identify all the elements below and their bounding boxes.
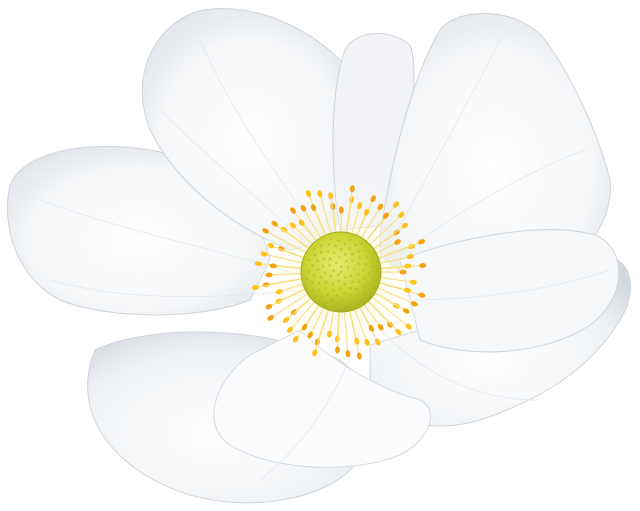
center-dot — [322, 257, 326, 260]
center-dot — [348, 286, 352, 290]
center-dot — [335, 294, 339, 297]
center-dot — [319, 244, 323, 248]
center-dot — [356, 294, 359, 298]
center-dot — [348, 238, 352, 242]
center-dot — [343, 305, 347, 309]
center-dot — [351, 259, 354, 262]
center-dot — [370, 265, 374, 269]
center-dot — [371, 257, 374, 261]
center-dot — [343, 242, 347, 245]
center-dot — [313, 253, 317, 257]
center-dot — [358, 256, 362, 259]
center-dot — [305, 277, 309, 281]
center-dot — [332, 251, 336, 255]
center-dot — [351, 280, 354, 284]
center-dot — [329, 275, 332, 278]
center-dot — [325, 280, 328, 284]
center-dot — [320, 250, 323, 254]
center-dot — [324, 287, 328, 290]
center-dot — [369, 288, 373, 292]
center-dot — [375, 269, 379, 273]
center-dot — [363, 249, 367, 252]
stamen-anther — [399, 269, 407, 275]
center-dot — [365, 256, 368, 259]
center-dot — [329, 237, 333, 241]
center-dot — [338, 287, 342, 290]
center-dot — [339, 270, 343, 274]
center-dot — [321, 264, 325, 268]
center-dot — [343, 252, 347, 256]
center-dot — [343, 291, 346, 295]
center-dot — [311, 264, 314, 267]
center-dot — [349, 294, 352, 297]
center-dot — [312, 247, 316, 251]
center-dot — [320, 295, 323, 299]
center-dot — [332, 288, 335, 292]
center-dot — [317, 288, 321, 292]
center-dot — [355, 287, 358, 291]
center-dot — [326, 293, 330, 296]
center-dot — [349, 274, 353, 277]
center-dot — [327, 243, 330, 247]
center-dot — [328, 257, 332, 261]
center-dot — [367, 282, 371, 286]
center-dot — [307, 270, 311, 273]
center-dot — [337, 239, 340, 242]
center-dot — [361, 286, 365, 289]
center-dot — [372, 276, 375, 280]
center-dot — [357, 262, 360, 266]
center-dot — [330, 298, 334, 302]
center-dot — [356, 273, 360, 276]
center-dot — [348, 247, 352, 250]
center-dot — [311, 280, 314, 284]
center-dot — [336, 273, 340, 276]
center-dot — [343, 275, 347, 279]
center-dot — [332, 269, 335, 272]
center-dot — [339, 247, 343, 251]
flower-center — [300, 231, 382, 313]
center-dot — [367, 272, 371, 275]
center-dot — [344, 259, 348, 263]
center-dot — [335, 261, 338, 265]
center-dot — [347, 300, 351, 304]
center-dot — [326, 250, 330, 253]
center-dot — [316, 259, 320, 263]
center-dot — [343, 282, 347, 286]
center-dot — [319, 275, 323, 279]
center-dot — [331, 282, 335, 285]
center-dot — [354, 243, 357, 247]
center-dot — [307, 258, 311, 262]
center-dot — [346, 266, 350, 269]
center-dot — [351, 252, 354, 256]
center-dot — [353, 267, 356, 271]
center-dot — [336, 303, 340, 306]
center-dot — [340, 265, 343, 268]
center-dot — [337, 256, 341, 259]
center-dot — [361, 268, 365, 272]
center-dot — [328, 264, 331, 267]
center-dot — [317, 282, 321, 285]
white-flower — [6, 8, 631, 504]
center-dot — [363, 292, 366, 296]
center-dot — [316, 268, 320, 272]
center-dot — [311, 288, 315, 291]
center-dot — [337, 279, 340, 283]
center-dot — [357, 280, 361, 283]
center-dot — [354, 300, 358, 304]
center-dot — [340, 298, 344, 301]
center-dot — [324, 301, 328, 305]
stamen-anther — [338, 206, 344, 214]
center-dot — [312, 274, 316, 277]
center-dot — [324, 271, 327, 274]
center-dot — [363, 277, 367, 280]
center-dot — [360, 242, 363, 245]
image-canvas — [0, 0, 640, 511]
center-dot — [364, 263, 368, 266]
center-dot — [357, 249, 361, 253]
center-dot — [334, 244, 337, 248]
